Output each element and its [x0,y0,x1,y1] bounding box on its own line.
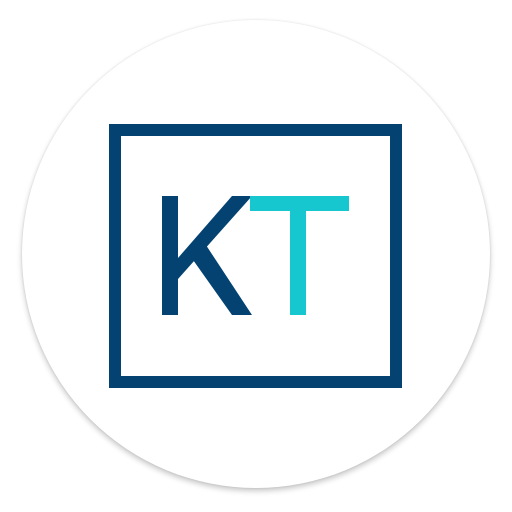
app-icon [0,0,512,512]
letter-t-glyph [250,196,349,315]
kt-logo-mark [162,196,349,315]
letter-k-glyph [162,196,252,315]
